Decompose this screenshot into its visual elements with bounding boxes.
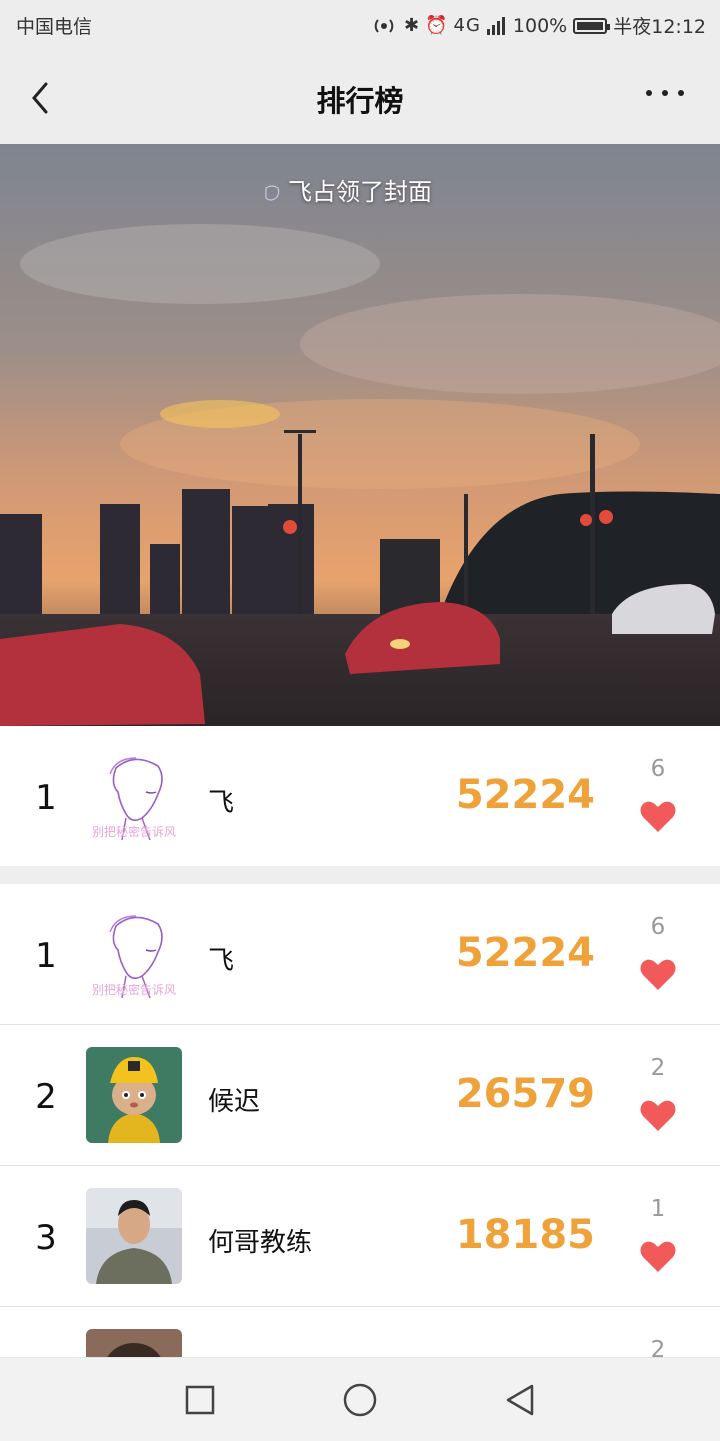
status-bar: 中国电信 ✱ ⏰ 4G 100% 半夜12:12 [0,0,720,50]
avatar[interactable] [86,1047,182,1143]
heart-icon[interactable] [640,800,676,833]
triangle-back-icon[interactable] [502,1382,538,1418]
user-name: 飞 [208,946,235,976]
nfc-icon [374,18,394,33]
network-label: 4G [453,15,481,36]
avatar-caption: 别把秘密告诉风 [91,825,176,839]
woman-photo-icon [86,1329,182,1357]
user-name: 候迟 [208,1087,261,1117]
ranking-row-2[interactable]: 2 候迟 26579 2 [0,1025,720,1165]
bluetooth-icon: ✱ [403,15,420,36]
like-count: 6 [650,914,666,940]
avatar[interactable] [86,1329,182,1357]
like-count: 2 [650,1337,666,1357]
user-name: 飞 [208,788,235,818]
step-count: 18185 [455,1212,595,1258]
rank-number: 1 [35,936,57,976]
like-count: 6 [650,756,666,782]
rank-number: 1 [35,778,57,818]
cover-photo [0,144,720,726]
avatar[interactable] [86,1188,182,1284]
ranking-row-1[interactable]: 1 别把秘密告诉风 飞 52224 6 [0,884,720,1024]
rank-number: 2 [35,1077,57,1117]
status-icons: ✱ ⏰ 4G 100% 半夜12:12 [372,12,706,39]
rank-number: 3 [35,1218,57,1258]
nav-bar: 排行榜 [0,50,720,144]
cartoon-hamster-icon [86,1047,182,1143]
heart-icon[interactable] [640,1099,676,1132]
like-count: 2 [650,1055,666,1081]
carrier-label: 中国电信 [16,16,93,38]
signal-icon [486,16,505,35]
avatar[interactable]: 别把秘密告诉风 [86,748,182,844]
ranking-row-3[interactable]: 3 何哥教练 18185 1 [0,1166,720,1306]
cover-image[interactable]: 飞占领了封面 [0,144,720,726]
cover-caption: 飞占领了封面 [288,178,432,206]
clock: 半夜12:12 [613,16,706,38]
more-button[interactable] [646,90,684,96]
avatar-caption: 别把秘密告诉风 [91,983,176,997]
circle-icon[interactable] [342,1382,378,1418]
step-count: 26579 [455,1071,595,1117]
step-count: 52224 [455,772,595,818]
heart-icon[interactable] [640,1240,676,1273]
square-icon[interactable] [182,1382,218,1418]
battery-icon [573,17,611,34]
my-rank-row[interactable]: 1 别把秘密告诉风 飞 52224 6 [0,726,720,866]
cover-avatar-icon [265,185,280,201]
ranking-row-4[interactable]: 2 [0,1307,720,1357]
section-gap [0,866,720,884]
battery-percent: 100% [512,14,568,37]
alarm-icon: ⏰ [425,15,448,36]
avatar[interactable]: 别把秘密告诉风 [86,906,182,1002]
more-dot [646,90,652,96]
page-title: 排行榜 [316,84,404,118]
step-count: 52224 [455,930,595,976]
heart-icon[interactable] [640,958,676,991]
like-count: 1 [650,1196,666,1222]
man-photo-icon [86,1188,182,1284]
user-name: 何哥教练 [208,1228,313,1258]
system-nav-bar [0,1357,720,1441]
more-dot [662,90,668,96]
more-dot [678,90,684,96]
